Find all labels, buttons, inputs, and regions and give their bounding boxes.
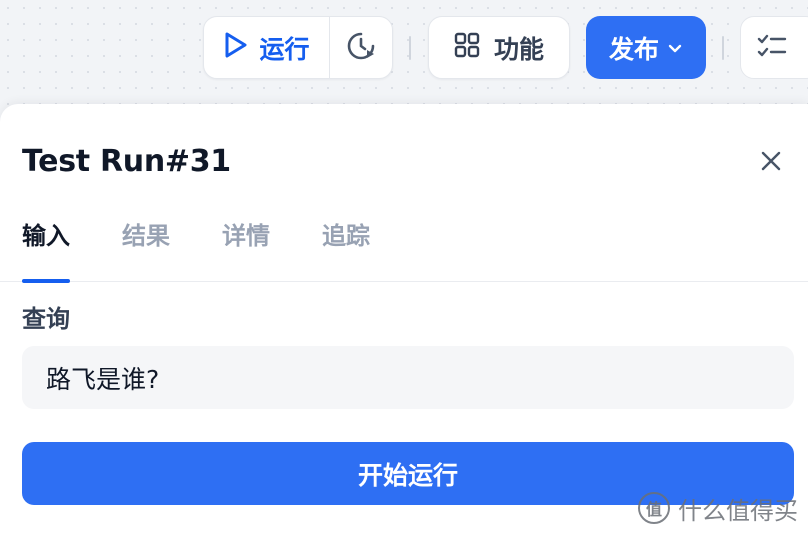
run-button-label: 运行 xyxy=(259,34,310,64)
run-history-button[interactable] xyxy=(330,17,392,78)
chevron-down-icon xyxy=(667,33,683,62)
query-input[interactable]: 路飞是谁? xyxy=(22,346,794,409)
tab-result[interactable]: 结果 xyxy=(122,214,170,282)
checklist-icon xyxy=(757,32,787,64)
play-icon xyxy=(223,31,249,65)
grid-icon xyxy=(454,32,480,64)
toolbar-divider xyxy=(409,36,411,60)
watermark-text: 什么值得买 xyxy=(678,496,798,525)
checklist-button[interactable] xyxy=(740,16,808,79)
tab-detail[interactable]: 详情 xyxy=(222,214,270,282)
start-run-label: 开始运行 xyxy=(357,460,458,490)
tab-tracing[interactable]: 追踪 xyxy=(322,214,370,282)
tab-input[interactable]: 输入 xyxy=(22,214,70,283)
panel-tabs: 输入 结果 详情 追踪 xyxy=(0,214,808,283)
function-button[interactable]: 功能 xyxy=(428,16,570,79)
query-label: 查询 xyxy=(22,305,70,333)
publish-button-label: 发布 xyxy=(608,34,659,64)
run-button-group: 运行 xyxy=(203,16,393,79)
close-icon xyxy=(760,150,782,176)
run-button[interactable]: 运行 xyxy=(204,17,330,78)
watermark-logo: 值 xyxy=(638,492,670,524)
watermark: 值 什么值得买 xyxy=(638,490,798,526)
close-button[interactable] xyxy=(756,148,786,178)
function-button-label: 功能 xyxy=(493,34,544,64)
panel-title: Test Run#31 xyxy=(22,144,231,179)
history-icon xyxy=(345,30,377,66)
toolbar-divider xyxy=(722,36,724,60)
publish-button[interactable]: 发布 xyxy=(586,16,706,79)
test-run-panel: Test Run#31 输入 结果 详情 追踪 查询 路飞是谁? 开始运行 xyxy=(0,104,808,536)
